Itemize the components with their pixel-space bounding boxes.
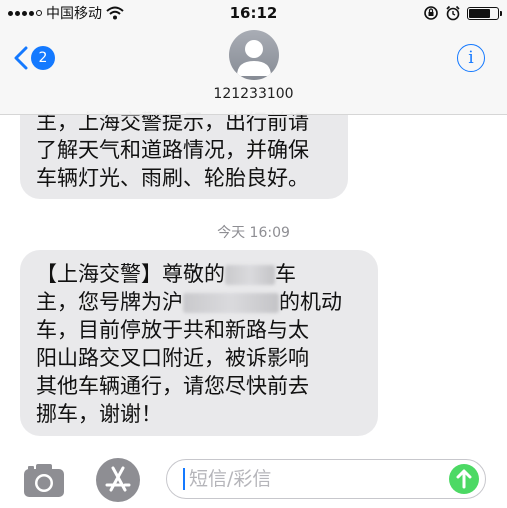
message-line: 【上海交警】尊敬的 车 [36, 260, 362, 288]
message-text: 【上海交警】尊敬的 [36, 262, 225, 286]
message-line: 车辆灯光、雨刷、轮胎良好。 [36, 166, 309, 190]
person-icon [237, 40, 271, 76]
message-line: 其他车辆通行，请您尽快前去 [36, 374, 309, 398]
alarm-icon [446, 5, 460, 21]
unread-count-badge: 2 [31, 46, 55, 70]
back-button[interactable]: 2 [14, 46, 55, 70]
message-timestamp: 今天 16:09 [217, 225, 290, 241]
redacted-plate-number [183, 293, 279, 313]
status-bar: 中国移动 16:12 [0, 0, 507, 26]
message-text: 车 [275, 262, 296, 286]
message-text: 主，您号牌为沪 [36, 290, 183, 314]
camera-button[interactable] [22, 460, 66, 500]
message-input[interactable]: 短信/彩信 [166, 459, 486, 499]
contact-name[interactable]: 121233100 [0, 86, 507, 102]
orientation-lock-icon [424, 6, 438, 20]
redacted-name [225, 265, 275, 285]
chevron-left-icon [14, 46, 28, 70]
arrow-up-icon [456, 469, 472, 489]
message-line: 主，您号牌为沪 的机动 [36, 288, 362, 316]
message-line: 挪车，谢谢！ [36, 402, 162, 426]
info-button[interactable]: i [457, 44, 485, 72]
contact-avatar[interactable] [229, 30, 279, 80]
text-caret [183, 468, 185, 490]
status-right [423, 4, 502, 22]
send-button[interactable] [449, 464, 479, 494]
app-store-button[interactable] [96, 458, 140, 502]
message-line: 车，目前停放于共和新路与太 [36, 318, 309, 342]
app-store-icon [105, 466, 131, 492]
compose-bar: 短信/彩信 [0, 450, 507, 508]
camera-icon [24, 464, 64, 497]
message-line: 了解天气和道路情况，并确保 [36, 138, 309, 162]
message-input-placeholder: 短信/彩信 [189, 468, 272, 490]
message-line: 阳山路交叉口附近，被诉影响 [36, 346, 309, 370]
message-text: 的机动 [279, 290, 342, 314]
conversation-header: 2 121233100 i [0, 26, 507, 115]
message-bubble-incoming[interactable]: 【上海交警】尊敬的 车 主，您号牌为沪 的机动 车，目前停放于共和新路与太 阳山路交… [20, 250, 378, 436]
battery-icon [467, 6, 502, 20]
